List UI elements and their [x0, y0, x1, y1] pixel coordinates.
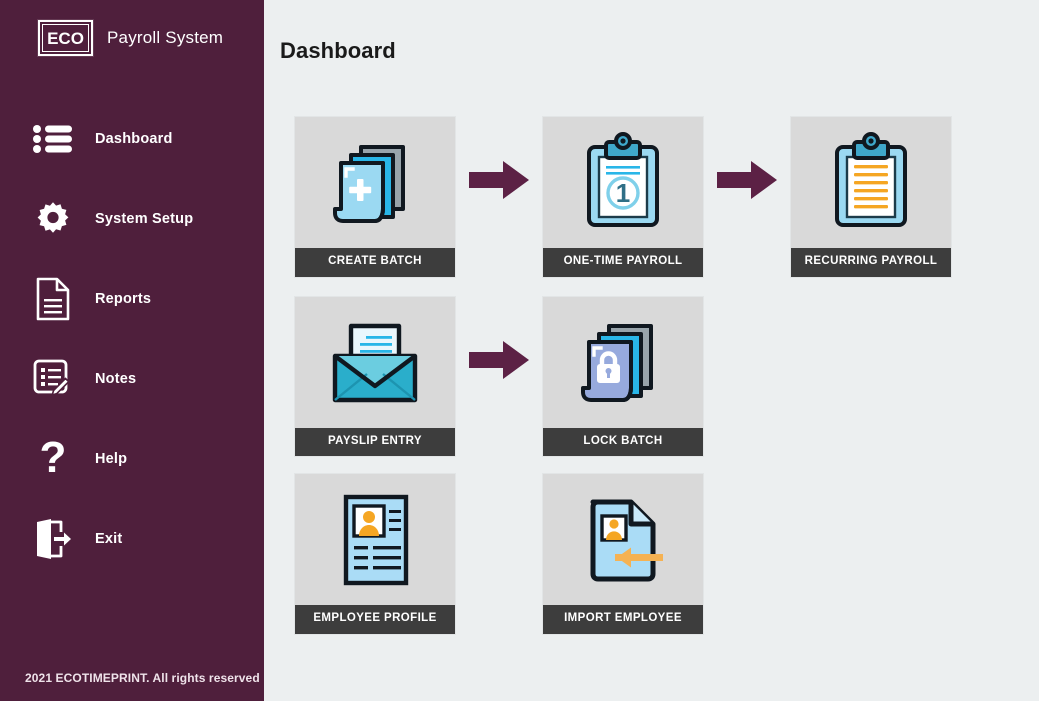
id-card-icon	[295, 474, 455, 605]
sidebar-item-dashboard[interactable]: Dashboard	[0, 99, 264, 179]
card-label: EMPLOYEE PROFILE	[295, 605, 455, 634]
copyright-footer: 2021 ECOTIMEPRINT. All rights reserved	[25, 671, 260, 685]
sidebar-item-system-setup[interactable]: System Setup	[0, 179, 264, 259]
sidebar-item-notes[interactable]: Notes	[0, 339, 264, 419]
exit-door-icon	[31, 517, 75, 561]
flow-arrow-3	[455, 297, 543, 428]
flow-arrow-1	[455, 117, 543, 248]
sidebar-item-label: Help	[95, 451, 128, 467]
sidebar-nav: Dashboard System Setup Reports Notes ? H…	[0, 99, 264, 579]
eco-logo: ECO	[38, 20, 93, 56]
list-icon	[31, 117, 75, 161]
dashboard-row-1: CREATE BATCH 1 ONE-TIME PAYROLL RECURRIN…	[295, 117, 951, 277]
sidebar-item-exit[interactable]: Exit	[0, 499, 264, 579]
svg-text:1: 1	[616, 178, 630, 208]
card-label: CREATE BATCH	[295, 248, 455, 277]
dashboard-row-2: PAYSLIP ENTRY LOCK BATCH	[295, 296, 951, 456]
sidebar-item-label: Reports	[95, 291, 152, 307]
card-lock-batch[interactable]: LOCK BATCH	[543, 296, 703, 456]
eco-logo-text: ECO	[47, 28, 84, 48]
arrow-right-icon	[467, 337, 531, 388]
brand-header: ECO Payroll System	[0, 0, 264, 76]
sidebar-item-label: System Setup	[95, 211, 194, 227]
page-title: Dashboard	[280, 38, 396, 63]
clipboard-one-icon: 1	[543, 117, 703, 248]
clipboard-lines-icon	[791, 117, 951, 248]
flow-arrow-2	[703, 117, 791, 248]
dashboard-grid: CREATE BATCH 1 ONE-TIME PAYROLL RECURRIN…	[295, 117, 951, 634]
card-employee-profile[interactable]: EMPLOYEE PROFILE	[295, 474, 455, 634]
card-label: PAYSLIP ENTRY	[295, 427, 455, 456]
card-recurring-payroll[interactable]: RECURRING PAYROLL	[791, 117, 951, 277]
card-one-time-payroll[interactable]: 1 ONE-TIME PAYROLL	[543, 117, 703, 277]
card-label: ONE-TIME PAYROLL	[543, 248, 703, 277]
gear-icon	[31, 197, 75, 241]
sidebar-item-label: Notes	[95, 371, 137, 387]
card-payslip-entry[interactable]: PAYSLIP ENTRY	[295, 296, 455, 456]
sidebar-item-label: Exit	[95, 531, 123, 547]
arrow-right-icon	[467, 157, 531, 208]
stacked-documents-plus-icon	[295, 117, 455, 248]
document-icon	[31, 277, 75, 321]
arrow-right-icon	[715, 157, 779, 208]
question-mark-icon: ?	[31, 436, 75, 482]
stacked-documents-lock-icon	[543, 296, 703, 428]
dashboard-row-3: EMPLOYEE PROFILE IMPORT EMPLOYEE	[295, 474, 951, 634]
app-window: ECO Payroll System Dashboard System Setu…	[0, 0, 1039, 701]
card-label: LOCK BATCH	[543, 427, 703, 456]
envelope-document-icon	[295, 296, 455, 428]
sidebar: ECO Payroll System Dashboard System Setu…	[0, 0, 264, 701]
document-import-arrow-icon	[543, 474, 703, 605]
brand-title: Payroll System	[107, 28, 224, 47]
sidebar-item-reports[interactable]: Reports	[0, 259, 264, 339]
card-create-batch[interactable]: CREATE BATCH	[295, 117, 455, 277]
card-label: IMPORT EMPLOYEE	[543, 605, 703, 634]
notes-pencil-icon	[31, 357, 75, 401]
sidebar-item-help[interactable]: ? Help	[0, 419, 264, 499]
eco-logo-inner: ECO	[42, 24, 89, 52]
card-label: RECURRING PAYROLL	[791, 248, 951, 277]
card-import-employee[interactable]: IMPORT EMPLOYEE	[543, 474, 703, 634]
svg-text:?: ?	[40, 436, 67, 482]
main-content: Dashboard CREATE BATCH 1 ONE-TIME PAYROL…	[264, 0, 1039, 701]
sidebar-item-label: Dashboard	[95, 131, 173, 147]
